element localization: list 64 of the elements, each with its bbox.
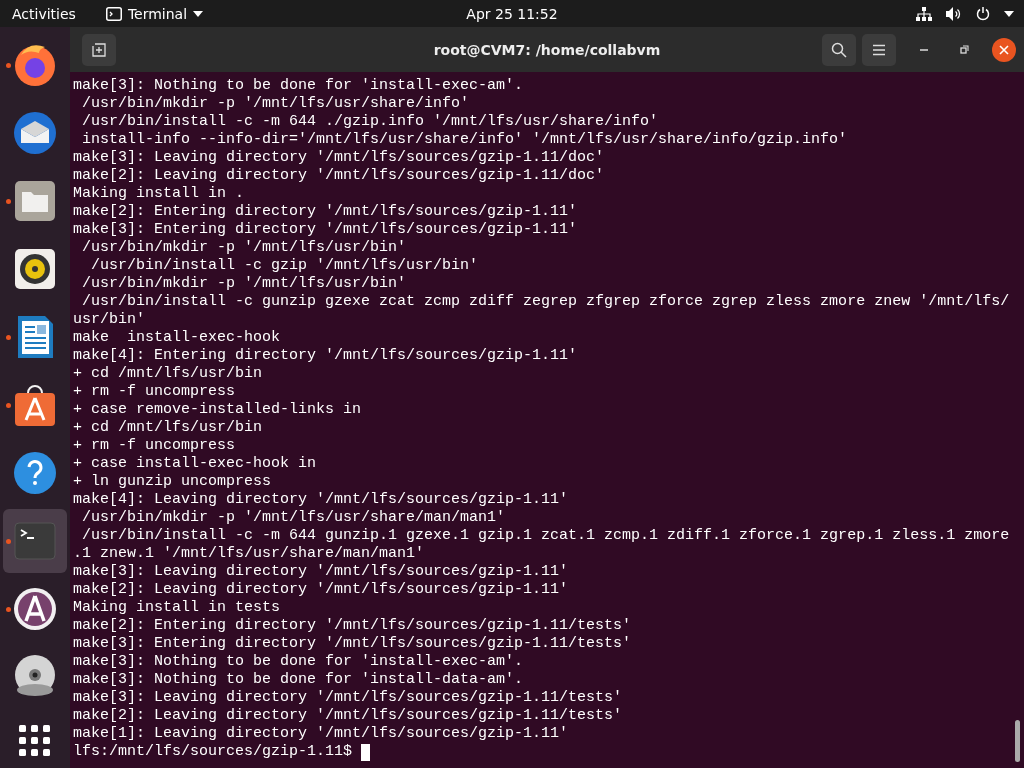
close-icon (999, 44, 1009, 55)
close-button[interactable] (992, 37, 1016, 62)
search-button[interactable] (822, 33, 856, 66)
app-icon[interactable] (11, 585, 59, 633)
caret-icon (193, 10, 204, 17)
terminal-line: + rm -f uncompress (73, 383, 237, 401)
terminal-line: + case remove-installed-links in (73, 401, 363, 419)
window-title: root@CVM7: /home/collabvm (433, 41, 661, 58)
terminal-line: /usr/bin/mkdir -p '/mnt/lfs/usr/share/info' (81, 95, 471, 113)
terminal-line: usr/bin' (73, 311, 146, 329)
terminal-line: /usr/bin/mkdir -p '/mnt/lfs/usr/bin' (81, 275, 408, 293)
terminal-line: /usr/bin/install -c gzip '/mnt/lfs/usr/bin' (90, 257, 480, 275)
terminal-line: install-info --info-dir='/mnt/lfs/usr/share/info' '/mnt/lfs/usr/share/info/gzip.info' (81, 131, 849, 149)
search-icon (831, 41, 847, 58)
terminal-line: + rm -f uncompress (73, 437, 237, 455)
clock[interactable]: Apr 25 11:52 (466, 5, 558, 22)
shell-prompt: lfs:/mnt/lfs/sources/gzip-1.11$ (73, 743, 354, 761)
terminal-line: make[2]: Leaving directory '/mnt/lfs/sources/gzip-1.11/tests' (73, 707, 624, 725)
terminal-line: /usr/bin/install -c gunzip gzexe zcat zcmp zdiff zegrep zfgrep zforce zgrep zless zmore znew '/mnt/lfs/ (81, 293, 1011, 311)
scrollbar-thumb[interactable] (1015, 720, 1020, 762)
text-cursor (361, 743, 371, 761)
terminal-line: make[3]: Nothing to be done for 'install-exec-am'. (73, 77, 525, 95)
terminal-line: make[4]: Entering directory '/mnt/lfs/sources/gzip-1.11' (73, 347, 579, 365)
activities-button[interactable]: Activities (12, 5, 76, 22)
terminal-line: + cd /mnt/lfs/usr/bin (73, 365, 264, 383)
terminal-line: /usr/bin/install -c -m 644 gunzip.1 gzexe.1 gzip.1 zcat.1 zcmp.1 zdiff.1 zforce.1 zgrep.1 zless.1 zmore (81, 527, 1011, 545)
terminal-line: make[2]: Leaving directory '/mnt/lfs/sources/gzip-1.11' (73, 581, 570, 599)
new-tab-button[interactable] (82, 33, 116, 66)
app-grid-icon[interactable] (19, 725, 51, 757)
terminal-line: make install-exec-hook (73, 329, 282, 347)
terminal-line: /usr/bin/mkdir -p '/mnt/lfs/usr/bin' (81, 239, 408, 257)
terminal-line: make[3]: Leaving directory '/mnt/lfs/sources/gzip-1.11/doc' (73, 149, 606, 167)
terminal-line: make[3]: Leaving directory '/mnt/lfs/sources/gzip-1.11' (73, 563, 570, 581)
menu-button[interactable] (862, 33, 896, 66)
terminal-line: + cd /mnt/lfs/usr/bin (73, 419, 264, 437)
caret-icon[interactable] (1004, 10, 1014, 17)
terminal-line: + ln gunzip uncompress (73, 473, 273, 491)
terminal-icon (105, 6, 122, 21)
help-icon[interactable] (11, 449, 59, 497)
terminal-line: make[2]: Leaving directory '/mnt/lfs/sources/gzip-1.11/doc' (73, 167, 606, 185)
terminal-line: + case install-exec-hook in (73, 455, 318, 473)
restore-icon (959, 44, 969, 55)
menu-icon (872, 43, 886, 56)
terminal-line: Making install in . (73, 185, 246, 203)
terminal-line: make[4]: Leaving directory '/mnt/lfs/sources/gzip-1.11' (73, 491, 570, 509)
network-icon[interactable] (916, 6, 932, 21)
terminal-line: /usr/bin/install -c -m 644 ./gzip.info '/mnt/lfs/usr/share/info' (81, 113, 660, 131)
terminal-line: .1 znew.1 '/mnt/lfs/usr/share/man/man1' (73, 545, 426, 563)
terminal-line: Making install in tests (73, 599, 282, 617)
terminal-line: /usr/bin/mkdir -p '/mnt/lfs/usr/share/man/man1' (81, 509, 507, 527)
new-tab-icon (92, 42, 106, 57)
app-menu[interactable]: Terminal (105, 5, 204, 22)
mail-icon[interactable] (11, 109, 59, 157)
power-icon[interactable] (976, 6, 990, 21)
volume-icon[interactable] (946, 6, 962, 21)
terminal-line: make[3]: Nothing to be done for 'install-data-am'. (73, 671, 525, 689)
terminal-line: make[3]: Entering directory '/mnt/lfs/sources/gzip-1.11' (73, 221, 579, 239)
terminal-line: make[1]: Leaving directory '/mnt/lfs/sources/gzip-1.11' (73, 725, 570, 743)
terminal-line: make[3]: Leaving directory '/mnt/lfs/sources/gzip-1.11/tests' (73, 689, 624, 707)
terminal-line: make[2]: Entering directory '/mnt/lfs/sources/gzip-1.11/tests' (73, 617, 633, 635)
minimize-icon (919, 48, 929, 51)
terminal-line: make[3]: Entering directory '/mnt/lfs/sources/gzip-1.11/tests' (73, 635, 633, 653)
terminal-line: make[2]: Entering directory '/mnt/lfs/sources/gzip-1.11' (73, 203, 579, 221)
terminal-line: make[3]: Nothing to be done for 'install-exec-am'. (73, 653, 525, 671)
